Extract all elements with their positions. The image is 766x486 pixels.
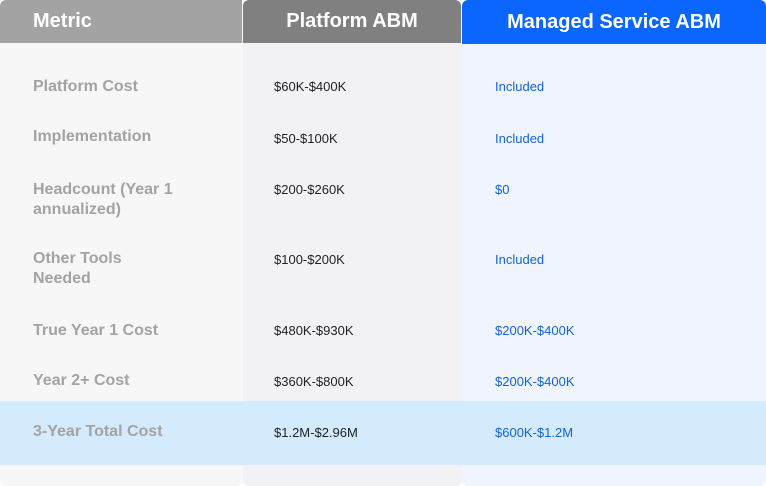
header-metric: Metric — [0, 0, 242, 43]
row-true-year1-managed: $200K-$400K — [495, 323, 575, 338]
row-headcount-metric: Headcount (Year 1 annualized) — [33, 181, 173, 218]
row-year2-managed: $200K-$400K — [495, 374, 575, 389]
row-implementation-metric: Implementation — [33, 128, 152, 145]
row-implementation-platform: $50-$100K — [274, 131, 338, 146]
header-managed-service-abm: Managed Service ABM — [462, 0, 766, 44]
row-3year-total-managed: $600K-$1.2M — [495, 425, 574, 440]
row-year2-platform: $360K-$800K — [274, 374, 354, 389]
row-platform-cost-platform: $60K-$400K — [274, 79, 347, 94]
row-headcount-platform: $200-$260K — [274, 182, 345, 197]
row-3year-total-platform: $1.2M-$2.96M — [274, 425, 358, 440]
row-other-tools-managed: Included — [495, 252, 545, 267]
row-true-year1-metric: True Year 1 Cost — [33, 322, 159, 339]
row-other-tools-metric: Other Tools Needed — [33, 250, 122, 287]
row-year2-metric: Year 2+ Cost — [33, 372, 130, 389]
row-3year-total-metric: 3-Year Total Cost — [33, 423, 163, 440]
row-other-tools-platform: $100-$200K — [274, 252, 345, 267]
row-true-year1-platform: $480K-$930K — [274, 323, 354, 338]
row-platform-cost-managed: Included — [495, 79, 545, 94]
row-headcount-managed: $0 — [495, 182, 510, 197]
row-platform-cost-metric: Platform Cost — [33, 78, 138, 95]
header-platform-abm: Platform ABM — [243, 0, 461, 43]
row-implementation-managed: Included — [495, 131, 545, 146]
